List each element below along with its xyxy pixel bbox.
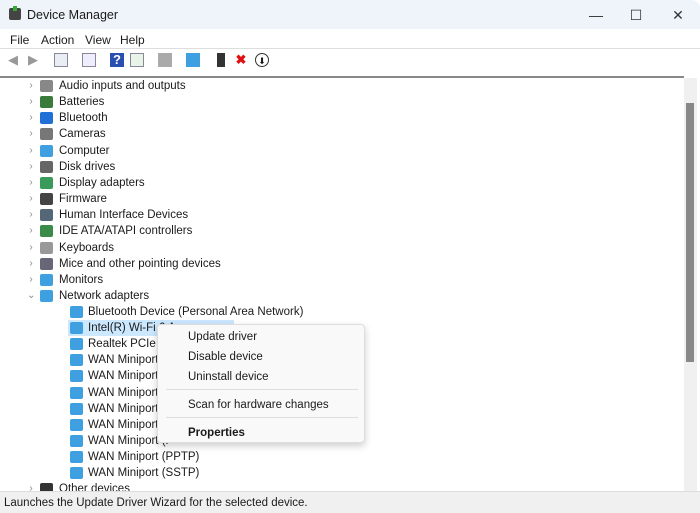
computer-icon	[40, 144, 53, 157]
scan-hardware-icon[interactable]	[186, 53, 200, 67]
minimize-button[interactable]: —	[578, 4, 614, 26]
expand-chevron-icon[interactable]: ›	[27, 78, 35, 94]
network-adapter-icon	[70, 402, 83, 415]
tree-item-label: Network adapters	[59, 289, 150, 302]
tree-item-label: Computer	[59, 144, 110, 157]
network-adapter-icon	[70, 354, 83, 367]
expand-chevron-icon[interactable]: ›	[27, 240, 35, 256]
expand-chevron-icon[interactable]: ›	[27, 256, 35, 272]
tree-item-label: Bluetooth Device (Personal Area Network)	[88, 306, 304, 318]
expand-chevron-icon[interactable]: ›	[27, 94, 35, 110]
expand-chevron-icon[interactable]: ›	[27, 207, 35, 223]
menu-separator	[166, 417, 358, 418]
bluetooth-icon	[40, 112, 53, 125]
firmware-icon	[40, 193, 53, 206]
network-adapter-icon	[70, 418, 83, 431]
other-devices-icon	[40, 483, 53, 491]
monitor-icon	[40, 273, 53, 286]
tree-item-label: Display adapters	[59, 176, 145, 189]
disable-device-icon[interactable]: ⬇	[255, 53, 269, 67]
speaker-icon	[40, 80, 53, 92]
vertical-scrollbar[interactable]	[684, 78, 697, 491]
menu-disable-device[interactable]: Disable device	[188, 351, 263, 363]
tree-item-label: Disk drives	[59, 160, 116, 173]
tree-item-label: Firmware	[59, 193, 107, 206]
menu-view[interactable]: View	[85, 33, 111, 47]
help-icon[interactable]: ?	[110, 53, 124, 67]
status-bar: Launches the Update Driver Wizard for th…	[0, 491, 700, 513]
expand-chevron-icon[interactable]: ›	[27, 481, 35, 491]
expand-chevron-icon[interactable]: ›	[27, 159, 35, 175]
tree-item-label: Monitors	[59, 273, 104, 286]
keyboard-icon	[40, 241, 53, 254]
expand-chevron-icon[interactable]: ›	[27, 126, 35, 142]
title-bar: Device Manager — ☐ ✕	[0, 0, 700, 29]
disk-drive-icon	[40, 160, 53, 173]
tree-item-label: WAN Miniport (SSTP)	[88, 467, 200, 479]
expand-chevron-icon[interactable]: ›	[27, 143, 35, 159]
network-adapter-icon	[70, 386, 83, 399]
toolbar: ◀ ▶ ? ✖ ⬇	[0, 50, 700, 70]
expand-chevron-icon[interactable]: ›	[27, 191, 35, 207]
properties-icon[interactable]	[82, 53, 96, 67]
update-driver-icon[interactable]	[158, 53, 172, 67]
scrollbar-thumb[interactable]	[686, 103, 694, 362]
menu-file[interactable]: File	[10, 33, 29, 47]
expand-chevron-icon[interactable]: ›	[27, 110, 35, 126]
tree-item-label: Keyboards	[59, 241, 114, 254]
context-menu: Update driver Disable device Uninstall d…	[157, 324, 365, 443]
device-manager-icon	[9, 6, 21, 20]
close-button[interactable]: ✕	[660, 4, 696, 26]
show-hide-console-tree-icon[interactable]	[54, 53, 68, 67]
menu-update-driver[interactable]: Update driver	[188, 331, 257, 343]
menu-help[interactable]: Help	[120, 33, 145, 47]
tree-item-label: Mice and other pointing devices	[59, 257, 221, 270]
collapse-chevron-icon[interactable]: ⌄	[27, 288, 35, 304]
tree-item-label: Human Interface Devices	[59, 209, 189, 222]
battery-icon	[40, 96, 53, 109]
network-adapter-icon	[40, 289, 53, 302]
mouse-icon	[40, 257, 53, 270]
network-adapter-icon	[70, 322, 83, 335]
expand-chevron-icon[interactable]: ›	[27, 175, 35, 191]
network-adapter-icon	[70, 370, 83, 383]
tree-item-label: Other devices	[59, 483, 130, 491]
network-adapter-icon	[70, 338, 83, 351]
network-adapter-icon	[70, 434, 83, 447]
action-pane-icon[interactable]	[130, 53, 144, 67]
menu-scan-hardware[interactable]: Scan for hardware changes	[188, 399, 329, 411]
maximize-button[interactable]: ☐	[618, 4, 654, 26]
expand-chevron-icon[interactable]: ›	[27, 223, 35, 239]
hid-icon	[40, 209, 53, 222]
expand-chevron-icon[interactable]: ›	[27, 272, 35, 288]
window-title: Device Manager	[27, 8, 119, 22]
tree-item-label: Audio inputs and outputs	[59, 80, 186, 92]
network-adapter-icon	[70, 467, 83, 479]
forward-arrow-icon[interactable]: ▶	[26, 53, 40, 67]
tree-item-label: IDE ATA/ATAPI controllers	[59, 225, 193, 238]
tree-item-label: Bluetooth	[59, 112, 108, 125]
tree-item-label: WAN Miniport (PPTP)	[88, 450, 200, 463]
ide-controller-icon	[40, 225, 53, 238]
tree-item-label: Cameras	[59, 128, 106, 141]
camera-icon	[40, 128, 53, 141]
menu-bar: File Action View Help	[0, 29, 700, 49]
menu-separator	[166, 389, 358, 390]
menu-properties[interactable]: Properties	[188, 427, 245, 439]
uninstall-icon[interactable]: ✖	[234, 53, 248, 67]
network-adapter-icon	[70, 450, 83, 463]
network-adapter-icon	[70, 306, 83, 318]
display-adapter-icon	[40, 176, 53, 189]
tree-item-label: Batteries	[59, 96, 105, 109]
menu-uninstall-device[interactable]: Uninstall device	[188, 371, 269, 383]
enable-device-icon[interactable]	[217, 53, 225, 67]
back-arrow-icon[interactable]: ◀	[6, 53, 20, 67]
menu-action[interactable]: Action	[41, 33, 74, 47]
status-text: Launches the Update Driver Wizard for th…	[4, 497, 308, 509]
